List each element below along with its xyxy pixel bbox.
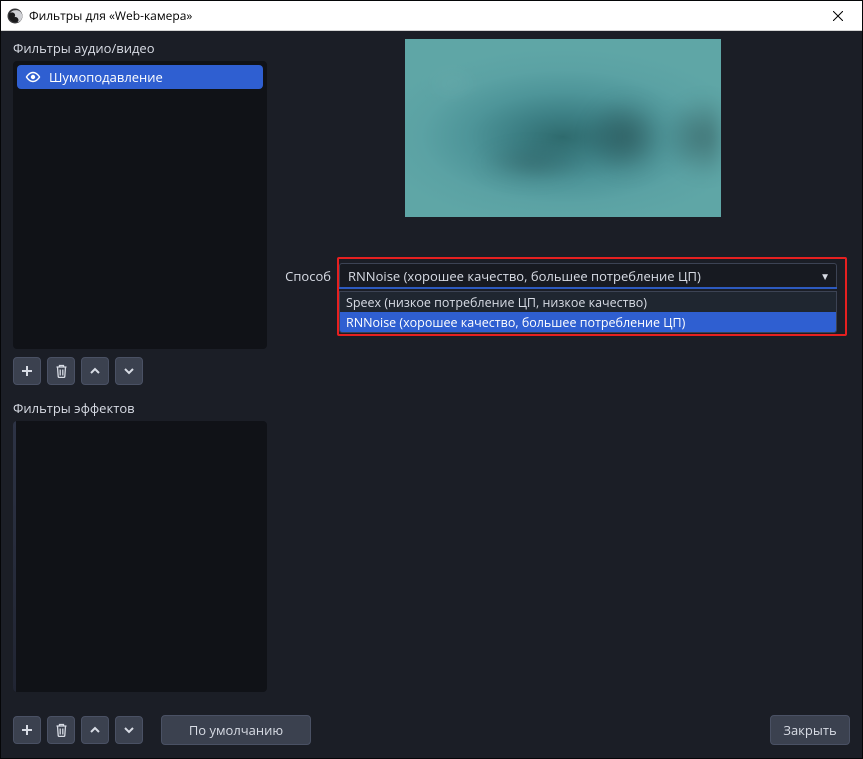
move-effect-filter-down-button[interactable] (115, 716, 143, 744)
preview-area (405, 39, 721, 217)
trash-icon (55, 364, 68, 378)
method-option-rnnoise[interactable]: RNNoise (хорошее качество, большее потре… (340, 312, 836, 332)
dialog-content: Фильтры аудио/видео Шумоподавление (1, 31, 862, 702)
delete-audio-filter-button[interactable] (47, 357, 75, 385)
method-label: Способ (281, 267, 339, 285)
chevron-up-icon (89, 365, 101, 377)
audio-video-filter-list[interactable]: Шумоподавление (13, 61, 267, 349)
effects-filter-list[interactable] (13, 421, 267, 692)
defaults-button[interactable]: По умолчанию (161, 715, 311, 745)
add-audio-filter-button[interactable] (13, 357, 41, 385)
effects-section-label: Фильтры эффектов (13, 399, 267, 417)
chevron-down-icon: ▼ (820, 269, 830, 283)
right-panel: Способ RNNoise (хорошее качество, больше… (277, 39, 862, 702)
add-effect-filter-button[interactable] (13, 716, 41, 744)
move-audio-filter-up-button[interactable] (81, 357, 109, 385)
filter-item-noise-suppression[interactable]: Шумоподавление (17, 65, 263, 89)
obs-logo-icon (7, 8, 23, 24)
audio-video-section-label: Фильтры аудио/видео (13, 39, 267, 57)
audio-filter-toolbar (13, 357, 267, 385)
method-option-speex[interactable]: Speex (низкое потребление ЦП, низкое кач… (340, 292, 836, 312)
chevron-down-icon (123, 365, 135, 377)
filter-item-label: Шумоподавление (49, 68, 163, 86)
window-title: Фильтры для «Web-камера» (29, 7, 815, 24)
move-effect-filter-up-button[interactable] (81, 716, 109, 744)
window-close-button[interactable] (815, 2, 860, 30)
chevron-down-icon (123, 724, 135, 736)
eye-icon[interactable] (25, 69, 41, 85)
filter-options: Способ RNNoise (хорошее качество, больше… (281, 263, 850, 289)
defaults-button-label: По умолчанию (189, 721, 283, 739)
method-option-label: RNNoise (хорошее качество, большее потре… (346, 314, 685, 331)
method-dropdown-value: RNNoise (хорошее качество, большее потре… (348, 267, 701, 285)
left-panel: Фильтры аудио/видео Шумоподавление (1, 39, 277, 702)
method-row: Способ RNNoise (хорошее качество, больше… (281, 263, 850, 289)
move-audio-filter-down-button[interactable] (115, 357, 143, 385)
window-titlebar: Фильтры для «Web-камера» (1, 1, 862, 31)
add-icon (20, 723, 34, 737)
method-option-label: Speex (низкое потребление ЦП, низкое кач… (346, 294, 647, 311)
add-icon (20, 364, 34, 378)
close-icon (833, 11, 843, 21)
delete-effect-filter-button[interactable] (47, 716, 75, 744)
close-dialog-button-label: Закрыть (783, 721, 836, 739)
dialog-footer: По умолчанию Закрыть (1, 702, 862, 758)
method-dropdown-popup[interactable]: Speex (низкое потребление ЦП, низкое кач… (339, 291, 837, 333)
trash-icon (55, 723, 68, 737)
chevron-up-icon (89, 724, 101, 736)
close-dialog-button[interactable]: Закрыть (770, 715, 850, 745)
effects-filter-toolbar (13, 716, 143, 744)
method-dropdown[interactable]: RNNoise (хорошее качество, большее потре… (339, 263, 837, 289)
